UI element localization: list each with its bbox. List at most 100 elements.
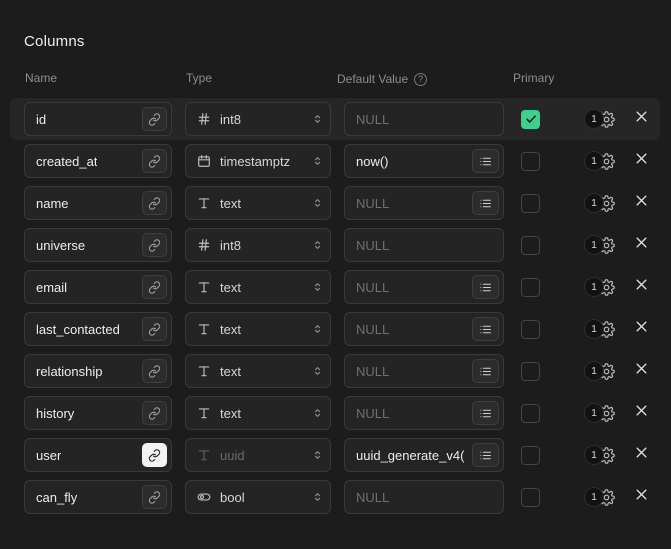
column-name-value: can_fly [36, 489, 78, 505]
link-icon-button[interactable] [142, 149, 167, 173]
column-name-field[interactable]: id [24, 102, 172, 136]
settings-button[interactable]: 1 [584, 277, 618, 297]
close-icon[interactable] [634, 235, 649, 255]
settings-button[interactable]: 1 [584, 403, 618, 423]
column-default-value-field[interactable]: NULL [344, 312, 504, 346]
column-default-value-field[interactable]: NULL [344, 228, 504, 262]
settings-button[interactable]: 1 [584, 361, 618, 381]
column-default-value-field[interactable]: now() [344, 144, 504, 178]
column-default-value-field[interactable]: NULL [344, 186, 504, 220]
column-type-select[interactable]: text [185, 312, 331, 346]
column-type-value: bool [220, 489, 245, 505]
status-badge: 1 [584, 319, 604, 339]
settings-button[interactable]: 1 [584, 319, 618, 339]
primary-checkbox-cell [521, 487, 583, 507]
column-type-value: text [220, 321, 241, 337]
chevron-updown-icon [312, 491, 322, 503]
list-icon-button[interactable] [472, 317, 499, 341]
column-name-field[interactable]: user [24, 438, 172, 472]
close-icon[interactable] [634, 361, 649, 381]
column-name-field[interactable]: history [24, 396, 172, 430]
list-icon-button[interactable] [472, 443, 499, 467]
column-type-select[interactable]: text [185, 270, 331, 304]
column-name-field[interactable]: name [24, 186, 172, 220]
close-icon[interactable] [634, 193, 649, 213]
column-name-field[interactable]: can_fly [24, 480, 172, 514]
column-default-value-field[interactable]: NULL [344, 102, 504, 136]
close-icon[interactable] [634, 109, 649, 129]
column-name-value: history [36, 405, 75, 421]
link-icon-button[interactable] [142, 233, 167, 257]
chevron-updown-icon [312, 155, 322, 167]
close-icon[interactable] [634, 319, 649, 339]
column-name-field[interactable]: created_at [24, 144, 172, 178]
column-type-select[interactable]: int8 [185, 102, 331, 136]
link-icon-button[interactable] [142, 443, 167, 467]
link-icon-button[interactable] [142, 275, 167, 299]
settings-button[interactable]: 1 [584, 487, 618, 507]
help-icon[interactable]: ? [414, 72, 428, 86]
primary-checkbox[interactable] [521, 319, 540, 339]
link-icon-button[interactable] [142, 107, 167, 131]
close-icon[interactable] [634, 403, 649, 423]
column-type-select[interactable]: uuid [185, 438, 331, 472]
column-type-select[interactable]: bool [185, 480, 331, 514]
column-default-value: NULL [356, 405, 390, 421]
column-name-value: user [36, 447, 62, 463]
column-type-value: int8 [220, 111, 241, 127]
list-icon-button[interactable] [472, 149, 499, 173]
close-icon[interactable] [634, 151, 649, 171]
primary-checkbox[interactable] [521, 277, 540, 297]
column-default-value: NULL [356, 321, 390, 337]
column-type-select[interactable]: int8 [185, 228, 331, 262]
status-badge: 1 [584, 361, 604, 381]
column-default-value-field[interactable]: NULL [344, 270, 504, 304]
primary-checkbox[interactable] [521, 445, 540, 465]
primary-checkbox[interactable] [521, 487, 540, 507]
primary-checkbox[interactable] [521, 361, 540, 381]
primary-checkbox[interactable] [521, 403, 540, 423]
primary-checkbox[interactable] [521, 151, 540, 171]
link-icon-button[interactable] [142, 485, 167, 509]
column-default-value-field[interactable]: NULL [344, 354, 504, 388]
close-icon[interactable] [634, 445, 649, 465]
chevron-updown-icon [312, 197, 322, 209]
column-type-select[interactable]: timestamptz [185, 144, 331, 178]
status-badge: 1 [584, 109, 604, 129]
list-icon-button[interactable] [472, 359, 499, 383]
column-name-field[interactable]: last_contacted [24, 312, 172, 346]
primary-checkbox[interactable] [521, 235, 540, 255]
column-name-field[interactable]: email [24, 270, 172, 304]
text-icon [196, 448, 211, 462]
column-default-value-field[interactable]: NULL [344, 480, 504, 514]
text-icon [196, 406, 211, 420]
column-name-field[interactable]: universe [24, 228, 172, 262]
column-default-value-field[interactable]: uuid_generate_v4( [344, 438, 504, 472]
settings-button[interactable]: 1 [584, 235, 618, 255]
table-row: name text NULL 1 [0, 182, 671, 224]
close-icon[interactable] [634, 277, 649, 297]
primary-checkbox[interactable] [521, 193, 540, 213]
primary-checkbox[interactable] [521, 109, 540, 129]
link-icon-button[interactable] [142, 359, 167, 383]
column-type-select[interactable]: text [185, 396, 331, 430]
column-name-field[interactable]: relationship [24, 354, 172, 388]
settings-button[interactable]: 1 [584, 151, 618, 171]
link-icon-button[interactable] [142, 401, 167, 425]
settings-button[interactable]: 1 [584, 445, 618, 465]
list-icon-button[interactable] [472, 275, 499, 299]
link-icon-button[interactable] [142, 317, 167, 341]
link-icon-button[interactable] [142, 191, 167, 215]
column-type-select[interactable]: text [185, 186, 331, 220]
primary-checkbox-cell [521, 445, 583, 465]
column-type-select[interactable]: text [185, 354, 331, 388]
chevron-updown-icon [312, 113, 322, 125]
list-icon-button[interactable] [472, 401, 499, 425]
settings-button[interactable]: 1 [584, 193, 618, 213]
column-default-value-field[interactable]: NULL [344, 396, 504, 430]
list-icon-button[interactable] [472, 191, 499, 215]
primary-checkbox-cell [521, 319, 583, 339]
column-name-value: last_contacted [36, 321, 120, 337]
settings-button[interactable]: 1 [584, 109, 618, 129]
close-icon[interactable] [634, 487, 649, 507]
